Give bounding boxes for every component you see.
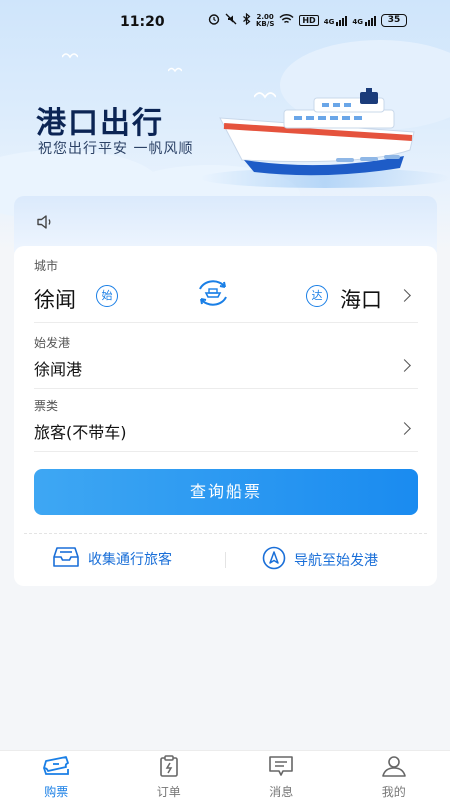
chevron-right-icon[interactable]	[398, 289, 411, 302]
ticket-icon	[42, 755, 70, 781]
seagull-icon	[167, 58, 183, 77]
user-icon	[381, 755, 407, 781]
tab-orders[interactable]: 订单	[113, 751, 226, 800]
status-time: 11:20	[120, 14, 165, 30]
collect-passengers-button[interactable]: 收集通行旅客	[52, 546, 172, 572]
message-icon	[268, 755, 294, 781]
notice-bar[interactable]	[14, 196, 437, 252]
ship-swap-icon[interactable]	[194, 278, 232, 312]
status-icons: 2.00 KB/S HD 4G 4G 35	[208, 12, 407, 28]
ticket-type-value[interactable]: 旅客(不带车)	[34, 419, 127, 443]
chevron-right-icon[interactable]	[398, 422, 411, 435]
seagull-icon	[61, 44, 79, 63]
tab-label: 订单	[156, 785, 181, 799]
signal-icon-1: 4G	[323, 15, 348, 26]
to-tag: 达	[306, 285, 328, 307]
from-city[interactable]: 徐闻	[34, 284, 76, 314]
card-divider	[24, 533, 427, 534]
ticket-search-card: 城市 徐闻 始 达 海口 始发港 徐闻港 票类 旅客(不带车) 查询船票 收集通…	[14, 246, 437, 586]
chevron-right-icon[interactable]	[398, 359, 411, 372]
speaker-icon	[36, 213, 56, 235]
query-tickets-button[interactable]: 查询船票	[34, 469, 418, 515]
tab-label: 消息	[269, 785, 294, 799]
hd-badge: HD	[299, 15, 319, 26]
tab-profile[interactable]: 我的	[338, 751, 450, 800]
wifi-icon	[279, 13, 294, 28]
departure-label: 始发港	[34, 336, 71, 350]
bluetooth-icon	[242, 12, 251, 28]
clipboard-icon	[158, 755, 180, 781]
to-city[interactable]: 海口	[340, 284, 382, 314]
ticket-type-label: 票类	[34, 399, 59, 413]
app-slogan: 祝您出行平安 一帆风顺	[38, 141, 194, 157]
status-bar: 11:20 2.00 KB/S HD 4G 4G 35	[0, 0, 450, 44]
navigation-icon	[262, 546, 286, 574]
ship-illustration	[214, 88, 424, 187]
departure-value[interactable]: 徐闻港	[34, 356, 82, 380]
network-speed: 2.00 KB/S	[256, 13, 275, 28]
navigate-departure-button[interactable]: 导航至始发港	[262, 546, 378, 574]
bottom-tab-bar: 购票 订单 消息 我的	[0, 750, 450, 800]
network-speed-unit: KB/S	[256, 19, 275, 28]
navigate-departure-label: 导航至始发港	[294, 553, 378, 569]
battery-icon: 35	[380, 14, 407, 27]
app-title: 港口出行	[36, 106, 164, 141]
signal-icon-2: 4G	[352, 15, 376, 26]
from-tag: 始	[96, 285, 118, 307]
collect-passengers-label: 收集通行旅客	[88, 552, 172, 568]
alarm-icon	[208, 13, 220, 28]
city-label: 城市	[34, 259, 59, 273]
tab-label: 我的	[381, 785, 406, 799]
signal-label-1: 4G	[323, 17, 335, 26]
inbox-icon	[52, 546, 80, 572]
signal-label-2: 4G	[352, 17, 363, 26]
tab-messages[interactable]: 消息	[225, 751, 338, 800]
tab-label: 购票	[44, 785, 69, 799]
tab-buy-ticket[interactable]: 购票	[0, 751, 113, 800]
mute-icon	[225, 13, 237, 28]
